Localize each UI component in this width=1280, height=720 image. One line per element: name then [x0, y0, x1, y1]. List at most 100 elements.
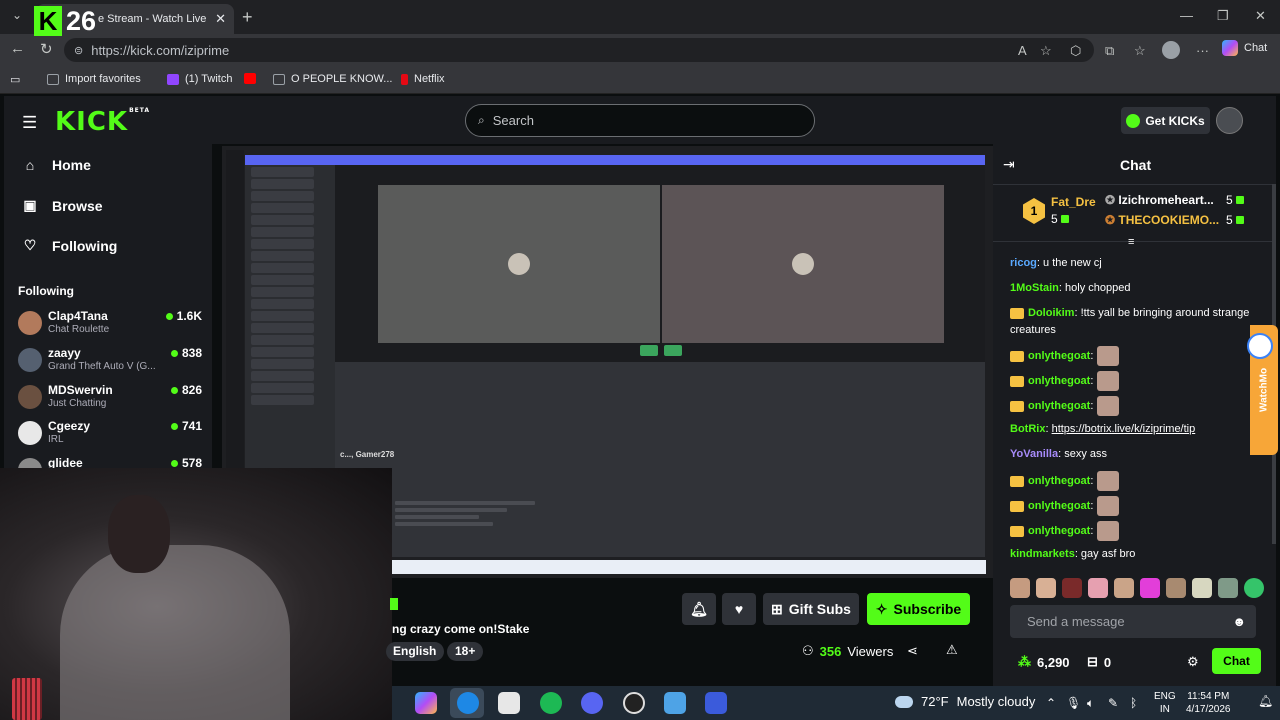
bookmark-netflix[interactable]: Netflix [401, 73, 445, 85]
chat-username[interactable]: ricog [1010, 257, 1037, 269]
new-tab-button[interactable]: + [242, 7, 253, 28]
sidebar-item-home[interactable]: ⌂ Home [22, 157, 91, 173]
weather-widget[interactable]: 72°F Mostly cloudy [895, 694, 1035, 709]
emote[interactable] [1114, 578, 1134, 598]
maximize-icon[interactable]: ❐ [1217, 8, 1229, 24]
microphone-icon[interactable]: 🎙︎ [1066, 696, 1081, 710]
chat-message: onlythegoat: [1010, 396, 1266, 416]
app-taskbar-icon[interactable] [664, 692, 686, 714]
notification-bell-button[interactable]: 🔔︎ [682, 593, 716, 625]
search-input[interactable]: ⌕ Search [465, 104, 815, 137]
volume-icon[interactable]: 🔈︎ [1087, 696, 1094, 711]
copilot-taskbar-icon[interactable] [415, 692, 437, 714]
extensions-icon[interactable]: ⬡ [1070, 43, 1081, 59]
kicks-points[interactable]: ⁂ 6,290 [1018, 654, 1070, 670]
chat-username[interactable]: Doloikim [1028, 307, 1074, 319]
chat-username[interactable]: onlythegoat [1028, 500, 1090, 512]
following-item[interactable]: Clap4Tana Chat Roulette 1.6K [18, 309, 204, 345]
user-avatar[interactable] [1216, 107, 1243, 134]
discord-taskbar-icon[interactable] [581, 692, 603, 714]
tag-18plus[interactable]: 18+ [447, 642, 484, 661]
tab-actions-icon[interactable]: ⌄ [6, 8, 28, 26]
sidebar-item-following[interactable]: ♡ Following [22, 237, 118, 254]
collapse-chat-icon[interactable]: ⇥ [1003, 156, 1015, 173]
chat-username[interactable]: onlythegoat [1028, 525, 1090, 537]
top-gifter-name[interactable]: Fat_Dre [1051, 195, 1096, 209]
copilot-chat-button[interactable]: Chat [1222, 40, 1267, 56]
profile-avatar[interactable] [1162, 41, 1180, 59]
send-message-input[interactable]: Send a message ☻ [1010, 605, 1256, 638]
sidebar-toggle-icon[interactable]: ▭ [10, 73, 20, 86]
bookmark-twitch[interactable]: (1) Twitch [167, 73, 232, 85]
emote[interactable] [1036, 578, 1056, 598]
notifications-icon[interactable]: 🔔︎ [1258, 694, 1273, 708]
store-taskbar-icon[interactable] [498, 692, 520, 714]
emote[interactable] [1218, 578, 1238, 598]
minimize-icon[interactable]: — [1180, 8, 1193, 23]
url-field[interactable]: ⊜ https://kick.com/iziprime [64, 38, 1094, 62]
obs-taskbar-icon[interactable] [623, 692, 645, 714]
close-tab-icon[interactable]: ✕ [215, 11, 226, 27]
chat-username[interactable]: onlythegoat [1028, 400, 1090, 412]
emote[interactable] [1140, 578, 1160, 598]
pinned-toggle-icon[interactable]: ≡ [1128, 236, 1134, 248]
bookmark-youtube[interactable] [244, 73, 256, 84]
tag-english[interactable]: English [386, 642, 445, 661]
watchmo-icon[interactable] [1247, 333, 1273, 359]
subscribe-button[interactable]: ✧ Subscribe [867, 593, 970, 625]
chat-send-button[interactable]: Chat [1212, 648, 1261, 674]
back-icon[interactable]: ← [10, 40, 25, 57]
share-icon[interactable]: ⋖ [907, 643, 918, 659]
pen-icon[interactable]: ✎ [1108, 696, 1118, 710]
chat-message: onlythegoat: [1010, 346, 1266, 366]
chat-username[interactable]: onlythegoat [1028, 375, 1090, 387]
chat-username[interactable]: onlythegoat [1028, 475, 1090, 487]
gifter-name-3[interactable]: ✪ THECOOKIEMO... [1105, 213, 1219, 227]
split-screen-icon[interactable]: ⧉ [1105, 43, 1114, 59]
chat-username[interactable]: kindmarkets [1010, 548, 1075, 560]
menu-hamburger-icon[interactable]: ☰ [22, 113, 37, 133]
report-warning-icon[interactable]: ⚠ [946, 642, 958, 658]
emote[interactable] [1244, 578, 1264, 598]
chat-settings-icon[interactable]: ⚙ [1187, 654, 1199, 670]
more-menu-icon[interactable]: ··· [1196, 43, 1209, 58]
sidebar-item-browse[interactable]: ▣ Browse [22, 197, 102, 214]
chat-message: onlythegoat: [1010, 471, 1266, 491]
bluetooth-icon[interactable]: ᛒ [1130, 696, 1137, 710]
read-aloud-icon[interactable]: A [1018, 43, 1027, 58]
follow-heart-button[interactable]: ♥ [722, 593, 756, 625]
chat-link[interactable]: https://botrix.live/k/iziprime/tip [1052, 423, 1196, 435]
viewers-icon: ⚇ [802, 643, 814, 658]
roblox-taskbar-icon[interactable] [705, 692, 727, 714]
favorite-star-icon[interactable]: ☆ [1040, 43, 1052, 59]
bookmark-people-know[interactable]: O PEOPLE KNOW... [273, 73, 392, 85]
kick-logo[interactable]: KICKBETA [55, 107, 150, 137]
emote[interactable] [1166, 578, 1186, 598]
chat-username[interactable]: YoVanilla [1010, 448, 1058, 460]
site-info-icon[interactable]: ⊜ [74, 44, 83, 57]
gift-subs-button[interactable]: ⊞ Gift Subs [763, 593, 859, 625]
edge-taskbar-icon[interactable] [457, 692, 479, 714]
get-kicks-button[interactable]: Get KICKs [1121, 107, 1210, 134]
emoji-icon[interactable]: ☻ [1232, 614, 1246, 629]
spotify-taskbar-icon[interactable] [540, 692, 562, 714]
emote[interactable] [1088, 578, 1108, 598]
gifter-name-2[interactable]: ✪ Izichromeheart... [1105, 193, 1214, 207]
language-indicator[interactable]: ENG IN [1154, 690, 1176, 716]
close-window-icon[interactable]: ✕ [1255, 8, 1266, 24]
following-item[interactable]: MDSwervin Just Chatting 826 [18, 383, 204, 419]
bookmark-import-favorites[interactable]: Import favorites [47, 73, 141, 85]
chat-username[interactable]: BotRix [1010, 423, 1045, 435]
following-item[interactable]: zaayy Grand Theft Auto V (G... 838 [18, 346, 204, 382]
channel-points[interactable]: ⊟ 0 [1087, 654, 1111, 670]
chevron-up-icon[interactable]: ⌃ [1046, 696, 1056, 710]
chat-username[interactable]: onlythegoat [1028, 350, 1090, 362]
emote[interactable] [1192, 578, 1212, 598]
favorites-icon[interactable]: ☆ [1134, 43, 1146, 59]
chat-username[interactable]: 1MoStain [1010, 282, 1059, 294]
emote[interactable] [1010, 578, 1030, 598]
following-item[interactable]: Cgeezy IRL 741 [18, 419, 204, 455]
refresh-icon[interactable]: ↻ [40, 40, 53, 58]
system-clock[interactable]: 11:54 PM 4/17/2026 [1186, 690, 1231, 716]
emote[interactable] [1062, 578, 1082, 598]
